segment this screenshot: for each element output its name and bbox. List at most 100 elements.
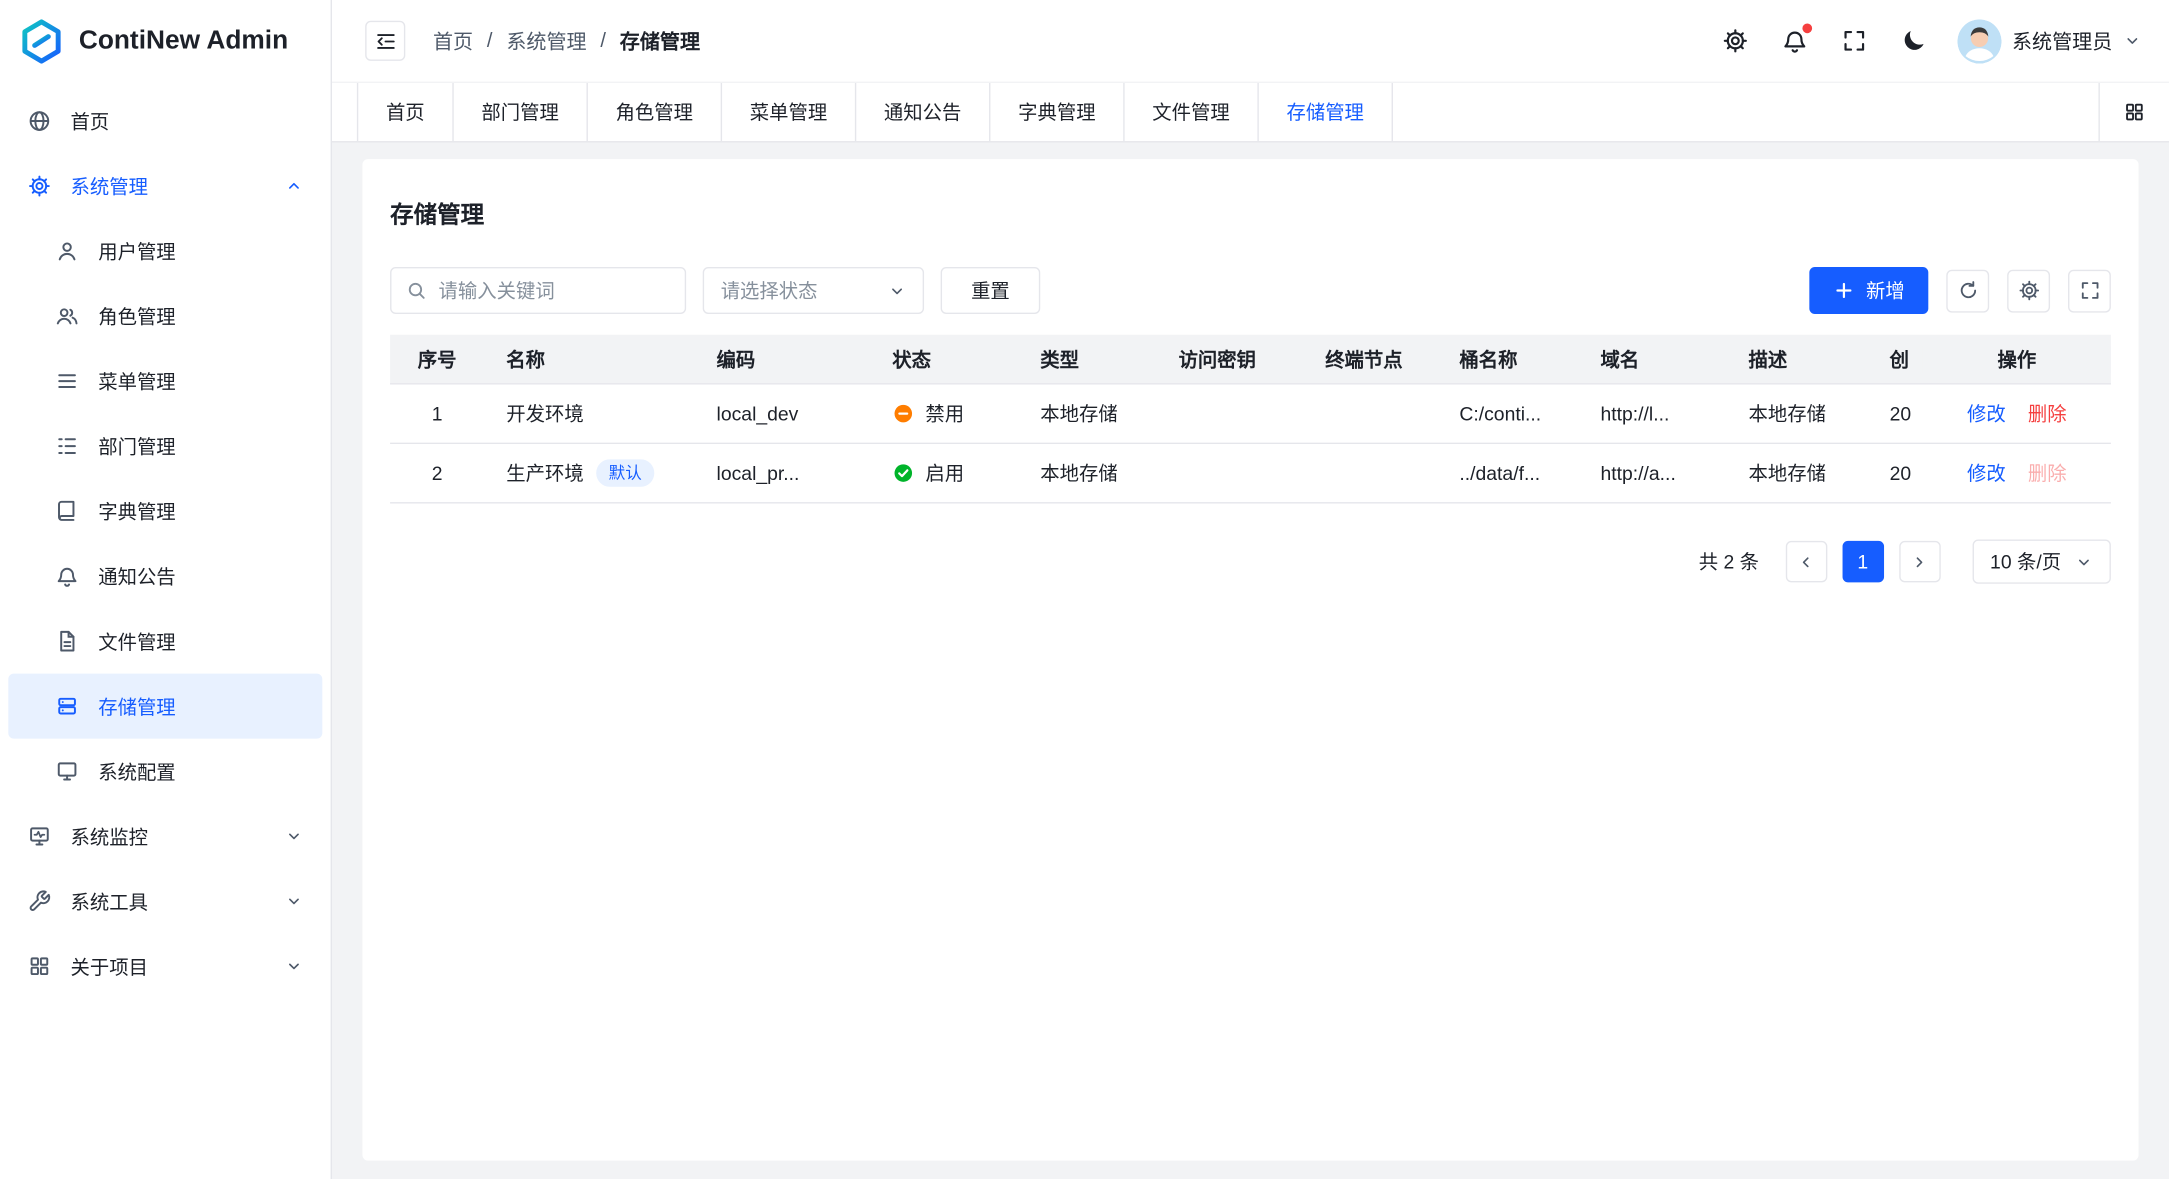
breadcrumb-home[interactable]: 首页 bbox=[433, 26, 473, 55]
default-badge: 默认 bbox=[596, 459, 654, 487]
reset-button[interactable]: 重置 bbox=[941, 267, 1041, 314]
wrench-icon bbox=[28, 889, 52, 913]
header-actions: 系统管理员 bbox=[1719, 19, 2142, 63]
fullscreen-icon bbox=[1840, 28, 1866, 54]
logo[interactable]: ContiNew Admin bbox=[0, 0, 331, 83]
column-header-bucket: 桶名称 bbox=[1437, 345, 1578, 373]
moon-icon bbox=[1900, 28, 1926, 54]
cell-domain: http://l... bbox=[1578, 403, 1726, 425]
sidebar-item-about-project[interactable]: 关于项目 bbox=[8, 934, 322, 999]
delete-link[interactable]: 删除 bbox=[2028, 400, 2067, 428]
grid-icon bbox=[2123, 101, 2145, 123]
sidebar-item-home[interactable]: 首页 bbox=[8, 89, 322, 154]
dark-mode-button[interactable] bbox=[1897, 25, 1929, 57]
sidebar-item-label: 关于项目 bbox=[71, 952, 266, 980]
refresh-button[interactable] bbox=[1946, 269, 1989, 312]
breadcrumb-system-mgmt[interactable]: 系统管理 bbox=[506, 26, 586, 55]
column-header-created: 创 bbox=[1867, 345, 1914, 373]
pagination: 共 2 条 1 10 条/页 bbox=[390, 539, 2111, 583]
tab-dict-mgmt[interactable]: 字典管理 bbox=[990, 83, 1124, 141]
bell-icon bbox=[55, 564, 79, 588]
column-header-access-key: 访问密钥 bbox=[1156, 345, 1303, 373]
sidebar-item-system-mgmt[interactable]: 系统管理 bbox=[8, 154, 322, 219]
fullscreen-button[interactable] bbox=[1838, 25, 1870, 57]
page-size-select[interactable]: 10 条/页 bbox=[1972, 539, 2111, 583]
sidebar-item-user-mgmt[interactable]: 用户管理 bbox=[8, 219, 322, 284]
tab-label: 部门管理 bbox=[481, 98, 558, 126]
globe-icon bbox=[28, 109, 52, 133]
sidebar-item-role-mgmt[interactable]: 角色管理 bbox=[8, 284, 322, 349]
gear-icon bbox=[28, 174, 52, 198]
sidebar-menu: 首页 系统管理 用户管理 角色管理 菜单管理 部门管理 bbox=[0, 83, 331, 1179]
search-input[interactable] bbox=[439, 279, 671, 301]
notification-dot bbox=[1802, 24, 1812, 34]
tab-storage-mgmt[interactable]: 存储管理 bbox=[1259, 83, 1393, 141]
file-icon bbox=[55, 629, 79, 653]
cell-code: local_dev bbox=[694, 403, 870, 425]
sidebar-item-label: 字典管理 bbox=[98, 497, 303, 525]
user-menu[interactable]: 系统管理员 bbox=[1957, 19, 2142, 63]
column-header-status: 状态 bbox=[870, 345, 1018, 373]
sidebar-collapse-button[interactable] bbox=[365, 21, 405, 61]
add-button[interactable]: 新增 bbox=[1809, 267, 1928, 314]
cell-desc: 本地存储 bbox=[1726, 459, 1867, 487]
tab-menu-mgmt[interactable]: 菜单管理 bbox=[722, 83, 856, 141]
page-size-value: 10 条/页 bbox=[1990, 548, 2061, 576]
breadcrumb-separator: / bbox=[600, 30, 606, 52]
tab-options-button[interactable] bbox=[2098, 83, 2169, 141]
sidebar-item-dept-mgmt[interactable]: 部门管理 bbox=[8, 414, 322, 479]
sidebar-item-label: 菜单管理 bbox=[98, 367, 303, 395]
cell-code: local_pr... bbox=[694, 462, 870, 484]
table-row: 2 生产环境 默认 local_pr... 启用 本地存储 bbox=[390, 444, 2111, 503]
tab-dept-mgmt[interactable]: 部门管理 bbox=[454, 83, 588, 141]
table-fullscreen-button[interactable] bbox=[2068, 269, 2111, 312]
edit-link[interactable]: 修改 bbox=[1967, 400, 2006, 428]
cell-type: 本地存储 bbox=[1018, 459, 1156, 487]
tab-role-mgmt[interactable]: 角色管理 bbox=[588, 83, 722, 141]
tab-home[interactable]: 首页 bbox=[357, 83, 454, 141]
notifications-button[interactable] bbox=[1778, 25, 1810, 57]
cell-bucket: C:/conti... bbox=[1437, 403, 1578, 425]
add-button-label: 新增 bbox=[1866, 277, 1905, 305]
sidebar-item-menu-mgmt[interactable]: 菜单管理 bbox=[8, 349, 322, 414]
cell-created: 20 bbox=[1867, 462, 1914, 484]
edit-link[interactable]: 修改 bbox=[1967, 459, 2006, 487]
delete-link-disabled[interactable]: 删除 bbox=[2028, 459, 2067, 487]
sidebar-item-system-config[interactable]: 系统配置 bbox=[8, 739, 322, 804]
chevron-right-icon bbox=[1911, 553, 1929, 571]
status-disabled-icon bbox=[892, 403, 914, 425]
status-enabled-icon bbox=[892, 462, 914, 484]
app-logo-icon bbox=[18, 18, 65, 65]
chevron-up-icon bbox=[285, 177, 303, 195]
cell-no: 2 bbox=[390, 462, 484, 484]
toolbar-actions: 新增 bbox=[1809, 267, 2111, 314]
next-page-button[interactable] bbox=[1899, 541, 1940, 582]
sidebar-item-file-mgmt[interactable]: 文件管理 bbox=[8, 609, 322, 674]
breadcrumb-separator: / bbox=[487, 30, 493, 52]
toolbar: 请选择状态 重置 新增 bbox=[390, 267, 2111, 314]
main-area: 首页 / 系统管理 / 存储管理 bbox=[332, 0, 2169, 1179]
chevron-down-icon bbox=[2075, 553, 2093, 571]
sidebar-item-notice[interactable]: 通知公告 bbox=[8, 544, 322, 609]
pagination-total: 共 2 条 bbox=[1699, 548, 1759, 576]
status-text: 启用 bbox=[925, 459, 964, 487]
column-settings-button[interactable] bbox=[2007, 269, 2050, 312]
sidebar-item-label: 部门管理 bbox=[98, 432, 303, 460]
cell-type: 本地存储 bbox=[1018, 400, 1156, 428]
prev-page-button[interactable] bbox=[1785, 541, 1826, 582]
sidebar-item-system-monitor[interactable]: 系统监控 bbox=[8, 804, 322, 869]
status-select[interactable]: 请选择状态 bbox=[703, 267, 924, 314]
sidebar-item-label: 系统监控 bbox=[71, 822, 266, 850]
settings-button[interactable] bbox=[1719, 25, 1751, 57]
page-number-button[interactable]: 1 bbox=[1842, 541, 1883, 582]
app-title: ContiNew Admin bbox=[79, 26, 288, 56]
tab-label: 文件管理 bbox=[1152, 98, 1229, 126]
search-box bbox=[390, 267, 686, 314]
monitor-icon bbox=[28, 824, 52, 848]
sidebar-item-storage-mgmt[interactable]: 存储管理 bbox=[8, 674, 322, 739]
sidebar-item-dict-mgmt[interactable]: 字典管理 bbox=[8, 479, 322, 544]
sidebar-item-system-tools[interactable]: 系统工具 bbox=[8, 869, 322, 934]
desktop-icon bbox=[55, 759, 79, 783]
tab-notice[interactable]: 通知公告 bbox=[856, 83, 990, 141]
tab-file-mgmt[interactable]: 文件管理 bbox=[1125, 83, 1259, 141]
